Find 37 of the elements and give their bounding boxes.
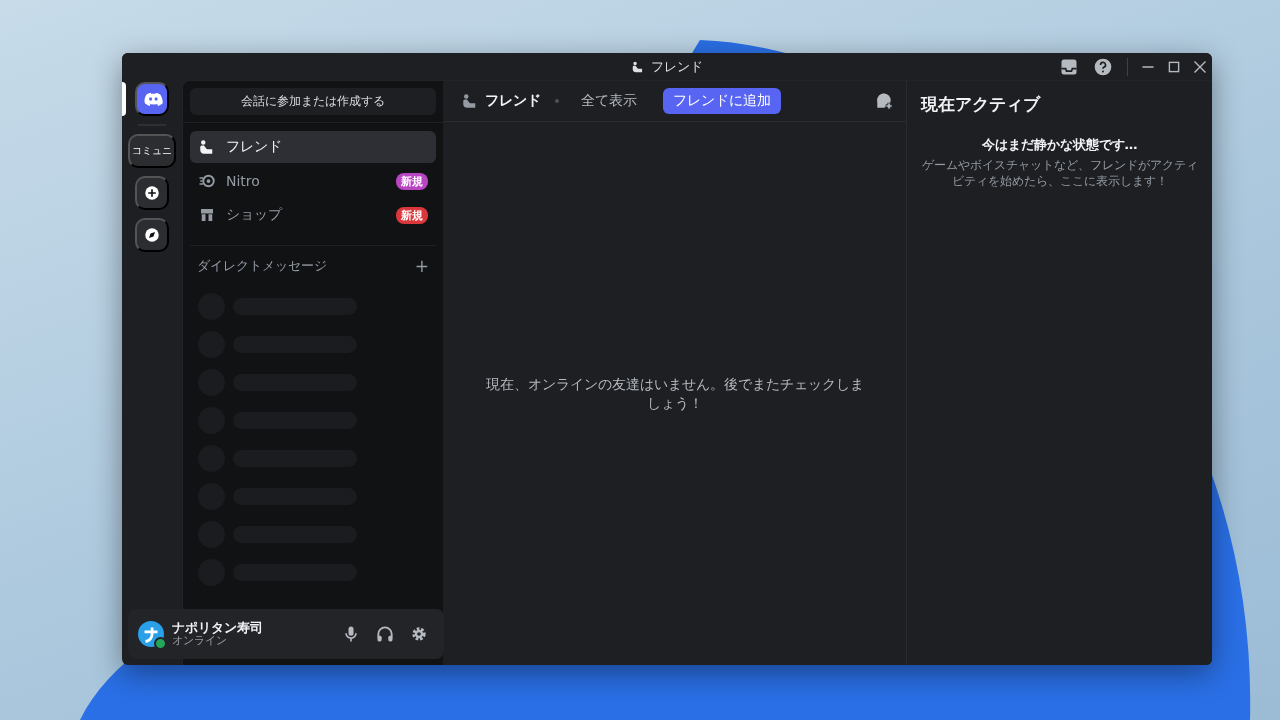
page-title: フレンド <box>485 92 541 110</box>
user-name: ナポリタン寿司 <box>172 620 264 636</box>
close-icon <box>1194 60 1206 73</box>
new-badge: 新規 <box>396 172 428 190</box>
home-button[interactable] <box>135 82 169 116</box>
new-badge: 新規 <box>396 206 428 224</box>
find-conversation-button[interactable]: 会話に参加または作成する <box>190 88 436 115</box>
section-header: ダイレクトメッセージ <box>197 257 327 275</box>
tab[interactable]: 全て表示 <box>573 89 645 113</box>
empty-heading: 今はまだ静かな状態です… <box>980 136 1139 154</box>
server-button[interactable]: コミュニ <box>128 134 176 168</box>
add-server-button[interactable] <box>135 176 169 210</box>
empty-description: ゲームやボイスチャットなど、フレンドがアクティビティを始めたら、ここに表示します！ <box>921 158 1198 190</box>
nav-item[interactable]: Nitro 新規 <box>190 165 436 197</box>
friends-icon <box>631 59 645 74</box>
add-dm-button[interactable]: + <box>414 256 429 276</box>
compass-icon <box>143 226 161 244</box>
headphones-icon <box>375 624 395 644</box>
explore-button[interactable] <box>135 218 169 252</box>
nav-item[interactable]: ショップ 新規 <box>190 199 436 231</box>
help-icon[interactable] <box>1093 56 1113 77</box>
nav-label: ショップ <box>226 206 284 224</box>
maximize-icon <box>1168 60 1180 73</box>
add-friend-button[interactable]: フレンドに追加 <box>663 88 781 114</box>
nav-label: フレンド <box>226 138 283 156</box>
user-status: オンライン <box>172 635 228 648</box>
maximize-button[interactable] <box>1168 60 1180 73</box>
plus-icon <box>143 184 161 202</box>
empty-message: 現在、オンラインの友達はいません。後でまたチェックしましょう！ <box>484 375 865 412</box>
storefront-icon <box>198 206 216 224</box>
nav-label: Nitro <box>226 173 261 189</box>
nav-item[interactable]: フレンド <box>190 131 436 163</box>
panel-title: 現在アクティブ <box>921 93 1042 116</box>
nitro-icon <box>198 172 216 190</box>
window-title: フレンド <box>651 57 703 76</box>
new-group-dm-icon[interactable] <box>874 91 894 111</box>
close-button[interactable] <box>1194 60 1206 73</box>
